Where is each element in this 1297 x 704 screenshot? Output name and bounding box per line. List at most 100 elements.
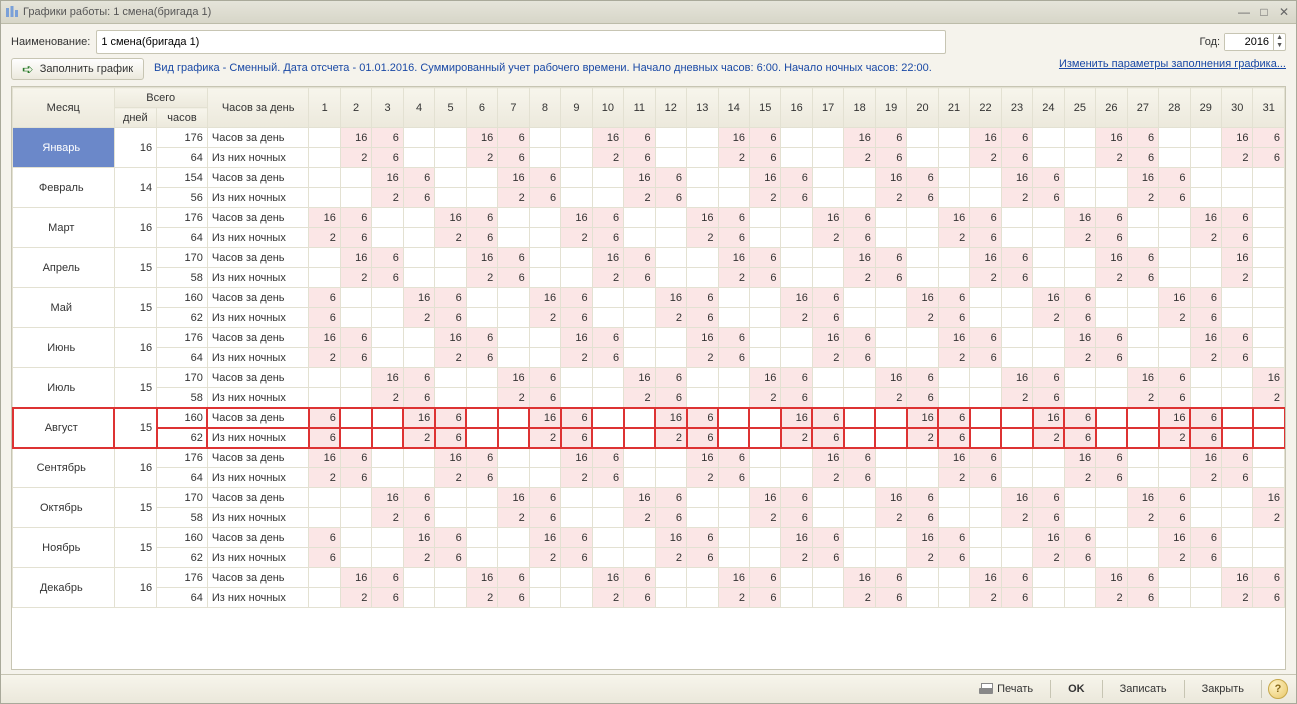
- cell[interactable]: [529, 148, 560, 168]
- cell[interactable]: 2: [1033, 548, 1064, 568]
- cell[interactable]: [1127, 528, 1158, 548]
- cell[interactable]: [466, 308, 497, 328]
- cell[interactable]: [970, 168, 1001, 188]
- cell[interactable]: [1190, 388, 1221, 408]
- cell[interactable]: 2: [687, 228, 718, 248]
- cell[interactable]: [749, 348, 780, 368]
- col-total[interactable]: Всего: [114, 88, 207, 108]
- days-cell[interactable]: 15: [114, 368, 157, 408]
- cell[interactable]: [529, 588, 560, 608]
- cell[interactable]: [1064, 368, 1095, 388]
- cell[interactable]: 6: [1222, 448, 1253, 468]
- cell[interactable]: [561, 248, 592, 268]
- cell[interactable]: [687, 488, 718, 508]
- cell[interactable]: 16: [875, 168, 906, 188]
- cell[interactable]: [435, 188, 466, 208]
- cell[interactable]: 6: [435, 408, 466, 428]
- cell[interactable]: 6: [340, 448, 371, 468]
- cell[interactable]: [592, 428, 623, 448]
- cell[interactable]: [403, 268, 434, 288]
- cell[interactable]: [624, 328, 655, 348]
- cell[interactable]: [1222, 188, 1253, 208]
- cell[interactable]: 2: [624, 188, 655, 208]
- cell[interactable]: [781, 128, 812, 148]
- cell[interactable]: [1033, 148, 1064, 168]
- cell[interactable]: 16: [655, 528, 686, 548]
- cell[interactable]: [812, 588, 843, 608]
- cell[interactable]: 6: [1096, 468, 1127, 488]
- cell[interactable]: 6: [812, 528, 843, 548]
- cell[interactable]: 2: [340, 268, 371, 288]
- col-day-26[interactable]: 26: [1096, 88, 1127, 128]
- cell[interactable]: 16: [309, 328, 340, 348]
- cell[interactable]: [1127, 448, 1158, 468]
- cell[interactable]: [1033, 468, 1064, 488]
- cell[interactable]: 16: [781, 288, 812, 308]
- cell[interactable]: 16: [1096, 128, 1127, 148]
- cell[interactable]: 2: [529, 428, 560, 448]
- cell[interactable]: [561, 168, 592, 188]
- cell[interactable]: 6: [529, 488, 560, 508]
- cell[interactable]: [970, 308, 1001, 328]
- cell[interactable]: [875, 408, 906, 428]
- cell[interactable]: 2: [970, 148, 1001, 168]
- night-total-cell[interactable]: 56: [157, 188, 208, 208]
- cell[interactable]: [403, 228, 434, 248]
- cell[interactable]: [1001, 548, 1032, 568]
- cell[interactable]: 6: [970, 208, 1001, 228]
- cell[interactable]: 6: [749, 588, 780, 608]
- cell[interactable]: 6: [1159, 188, 1190, 208]
- cell[interactable]: 16: [875, 488, 906, 508]
- cell[interactable]: 16: [1127, 488, 1158, 508]
- cell[interactable]: [938, 148, 969, 168]
- save-button[interactable]: Записать: [1109, 679, 1178, 699]
- cell[interactable]: [309, 368, 340, 388]
- cell[interactable]: 6: [403, 508, 434, 528]
- cell[interactable]: [592, 188, 623, 208]
- col-day-5[interactable]: 5: [435, 88, 466, 128]
- cell[interactable]: 2: [875, 508, 906, 528]
- cell[interactable]: [529, 328, 560, 348]
- cell[interactable]: 6: [1033, 188, 1064, 208]
- cell[interactable]: 16: [309, 208, 340, 228]
- cell[interactable]: [340, 408, 371, 428]
- cell[interactable]: [781, 468, 812, 488]
- cell[interactable]: 2: [1033, 428, 1064, 448]
- cell[interactable]: 6: [1190, 428, 1221, 448]
- cell[interactable]: 6: [687, 528, 718, 548]
- cell[interactable]: 6: [1001, 128, 1032, 148]
- cell[interactable]: 2: [309, 468, 340, 488]
- cell[interactable]: 2: [340, 148, 371, 168]
- days-cell[interactable]: 15: [114, 408, 157, 448]
- cell[interactable]: [1190, 188, 1221, 208]
- cell[interactable]: 16: [687, 208, 718, 228]
- cell[interactable]: [309, 188, 340, 208]
- cell[interactable]: 16: [907, 408, 938, 428]
- cell[interactable]: 2: [655, 428, 686, 448]
- cell[interactable]: [938, 188, 969, 208]
- cell[interactable]: [844, 548, 875, 568]
- col-day-4[interactable]: 4: [403, 88, 434, 128]
- cell[interactable]: [687, 588, 718, 608]
- cell[interactable]: 16: [687, 448, 718, 468]
- cell[interactable]: [624, 448, 655, 468]
- col-day-25[interactable]: 25: [1064, 88, 1095, 128]
- cell[interactable]: [466, 488, 497, 508]
- cell[interactable]: [529, 568, 560, 588]
- cell[interactable]: [687, 128, 718, 148]
- cell[interactable]: 16: [1127, 168, 1158, 188]
- cell[interactable]: 6: [1222, 228, 1253, 248]
- cell[interactable]: [372, 528, 403, 548]
- cell[interactable]: [844, 308, 875, 328]
- cell[interactable]: 16: [372, 368, 403, 388]
- cell[interactable]: [372, 448, 403, 468]
- cell[interactable]: [435, 248, 466, 268]
- cell[interactable]: [1253, 288, 1285, 308]
- cell[interactable]: 2: [1222, 588, 1253, 608]
- cell[interactable]: [970, 428, 1001, 448]
- cell[interactable]: 6: [403, 188, 434, 208]
- cell[interactable]: [498, 228, 529, 248]
- days-cell[interactable]: 14: [114, 168, 157, 208]
- cell[interactable]: [1127, 208, 1158, 228]
- cell[interactable]: [875, 328, 906, 348]
